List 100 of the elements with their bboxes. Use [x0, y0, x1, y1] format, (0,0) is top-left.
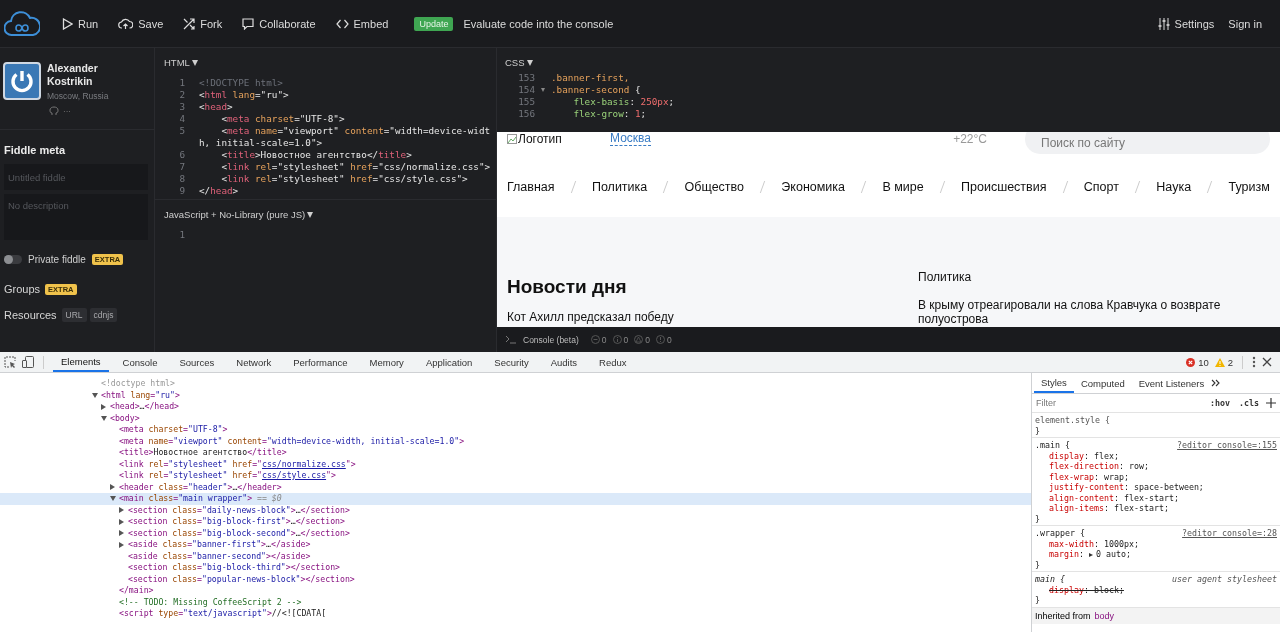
expand-toggle-icon[interactable] [119, 518, 124, 525]
inspect-icon[interactable] [4, 356, 16, 368]
dom-node-row[interactable]: <body> [0, 412, 1031, 424]
dom-node-row[interactable]: <script type="text/javascript">//<![CDATA[ [0, 608, 1031, 620]
sign-in-link[interactable]: Sign in [1228, 17, 1262, 30]
dom-node-row[interactable]: <section class="big-block-third"></section> [0, 562, 1031, 574]
search-field[interactable]: Поиск по сайту [1025, 132, 1270, 154]
news-link[interactable]: Кот Ахилл предсказал победу [507, 310, 918, 324]
rule-selector: .main { [1035, 440, 1070, 451]
css-declaration[interactable]: flex-direction: row; [1049, 461, 1149, 471]
toolbar-button[interactable]: Save [112, 17, 170, 30]
resource-tag[interactable]: URL [61, 308, 87, 322]
css-declaration[interactable]: margin: 0 auto; [1049, 549, 1131, 559]
devtools-tab[interactable]: Elements [53, 352, 109, 372]
css-declaration[interactable]: display: flex; [1049, 450, 1119, 461]
dom-node-row[interactable]: </main> [0, 585, 1031, 597]
devtools-tab[interactable]: Audits [542, 352, 586, 372]
dom-node-row[interactable]: <meta charset="UTF-8"> [0, 424, 1031, 436]
dom-node-row[interactable]: <main class="main wrapper"> == $0 [0, 493, 1031, 505]
city-link[interactable]: Москва [610, 132, 651, 146]
devtools-tab[interactable]: Security [486, 352, 537, 372]
cls-toggle[interactable]: .cls [1237, 398, 1261, 408]
nav-link[interactable]: Спорт [1083, 180, 1119, 194]
element-link[interactable]: body [1094, 610, 1115, 621]
devtools-tab[interactable]: Application [417, 352, 481, 372]
dom-node-row[interactable]: <!-- TODO: Missing CoffeeScript 2 --> [0, 596, 1031, 608]
devtools-tab[interactable]: Sources [171, 352, 223, 372]
resource-tag[interactable]: cdnjs [89, 308, 118, 322]
nav-link[interactable]: Общество [684, 180, 744, 194]
dom-node-row[interactable]: <aside class="banner-second"></aside> [0, 550, 1031, 562]
toolbar-button[interactable]: Embed [329, 17, 395, 30]
dom-node-text: <meta charset="UTF-8"> [119, 424, 228, 436]
panel-title[interactable]: CSS [497, 48, 541, 72]
dom-node-row[interactable]: <section class="popular-news-block"></section> [0, 573, 1031, 585]
css-declaration[interactable]: align-content: flex-start; [1049, 492, 1179, 503]
css-declaration[interactable]: display: block; [1049, 584, 1124, 595]
news-link[interactable]: В крыму отреагировали на слова Кравчука о возврате полуострова [918, 298, 1270, 326]
styles-pane-tab[interactable]: Computed [1073, 373, 1132, 393]
devtools-tab[interactable]: Redux [591, 352, 635, 372]
dom-node-row[interactable]: <link rel="stylesheet" href="css/normalize.css"> [0, 458, 1031, 470]
title-field[interactable]: Untitled fiddle [4, 164, 148, 190]
device-icon[interactable] [22, 356, 34, 368]
cloud-logo-icon[interactable] [4, 10, 40, 37]
toggle-switch[interactable] [4, 255, 22, 264]
toolbar-button[interactable]: Collaborate [236, 17, 322, 30]
styles-pane-tab[interactable]: Event Listeners [1131, 373, 1212, 393]
devtools-tab[interactable]: Performance [285, 352, 356, 372]
settings-button[interactable]: Settings [1151, 17, 1221, 30]
dom-node-row[interactable]: <section class="big-block-second">…</section> [0, 527, 1031, 539]
nav-link[interactable]: В мире [882, 180, 924, 194]
nav-link[interactable]: Главная [507, 180, 555, 194]
devtools-tab[interactable]: Network [228, 352, 280, 372]
dom-node-row[interactable]: <head>…</head> [0, 401, 1031, 413]
devtools-tab[interactable]: Memory [361, 352, 412, 372]
nav-link[interactable]: Происшествия [961, 180, 1047, 194]
source-link[interactable]: ?editor_console=:28 [1182, 528, 1277, 539]
css-declaration[interactable]: flex-wrap: wrap; [1049, 471, 1129, 482]
css-declaration[interactable]: justify-content: space-between; [1049, 482, 1204, 492]
panel-title[interactable]: HTML [155, 48, 206, 73]
rule-close-brace: } [1035, 425, 1040, 436]
toolbar-button[interactable]: Fork [177, 17, 229, 30]
dom-node-row[interactable]: <aside class="banner-first">…</aside> [0, 539, 1031, 551]
expand-toggle-icon[interactable] [119, 541, 124, 548]
styles-pane-tab[interactable]: Styles [1034, 373, 1074, 393]
expand-toggle-icon[interactable] [119, 507, 124, 514]
dom-node-row[interactable]: <html lang="ru"> [0, 389, 1031, 401]
expand-toggle-icon[interactable] [101, 403, 106, 410]
description-field[interactable]: No description [4, 194, 148, 240]
dom-node-row[interactable]: <section class="daily-news-block">…</section> [0, 504, 1031, 516]
code-line: <title>Новостное агентство</title> [220, 149, 413, 161]
css-declaration[interactable]: align-items: flex-start; [1049, 503, 1169, 513]
dom-node-row[interactable]: <link rel="stylesheet" href="css/style.css"> [0, 470, 1031, 482]
source-link[interactable]: ?editor_console=:155 [1177, 440, 1277, 451]
console-label[interactable]: Console (beta) [523, 334, 579, 345]
expand-toggle-icon[interactable] [119, 530, 124, 537]
expand-toggle-icon[interactable] [101, 415, 107, 421]
expand-toggle-icon[interactable] [110, 496, 116, 502]
close-icon[interactable] [1262, 357, 1272, 367]
toolbar-button[interactable]: Run [56, 17, 105, 30]
dom-node-row[interactable]: <title>Новостное агентство</title> [0, 447, 1031, 459]
more-link[interactable]: ··· [63, 106, 71, 116]
expand-toggle-icon[interactable] [92, 392, 98, 398]
dom-node-row[interactable]: <section class="big-block-first">…</section> [0, 516, 1031, 528]
devtools-tab[interactable]: Console [114, 352, 166, 372]
nav-link[interactable]: Политика [591, 180, 648, 194]
add-rule-icon[interactable] [1266, 398, 1276, 408]
fold-icon[interactable] [541, 88, 545, 92]
css-declaration[interactable]: max-width: 1000px; [1049, 538, 1139, 549]
error-count[interactable]: 10 [1198, 356, 1209, 368]
warning-count[interactable]: 2 [1227, 356, 1233, 368]
nav-link[interactable]: Экономика [781, 180, 846, 194]
panel-title[interactable]: JavaScript + No-Library (pure JS) [155, 200, 322, 225]
dom-node-row[interactable]: <meta name="viewport" content="width=device-width, initial-scale=1.0"> [0, 435, 1031, 447]
kebab-menu-icon[interactable] [1252, 356, 1256, 368]
hov-toggle[interactable]: :hov [1208, 398, 1232, 408]
nav-link[interactable]: Туризм [1228, 180, 1270, 194]
nav-link[interactable]: Наука [1156, 180, 1192, 194]
more-tabs-icon[interactable] [1211, 379, 1221, 387]
code-line: </head> [199, 185, 240, 197]
section-title: Fiddle meta [4, 144, 67, 156]
